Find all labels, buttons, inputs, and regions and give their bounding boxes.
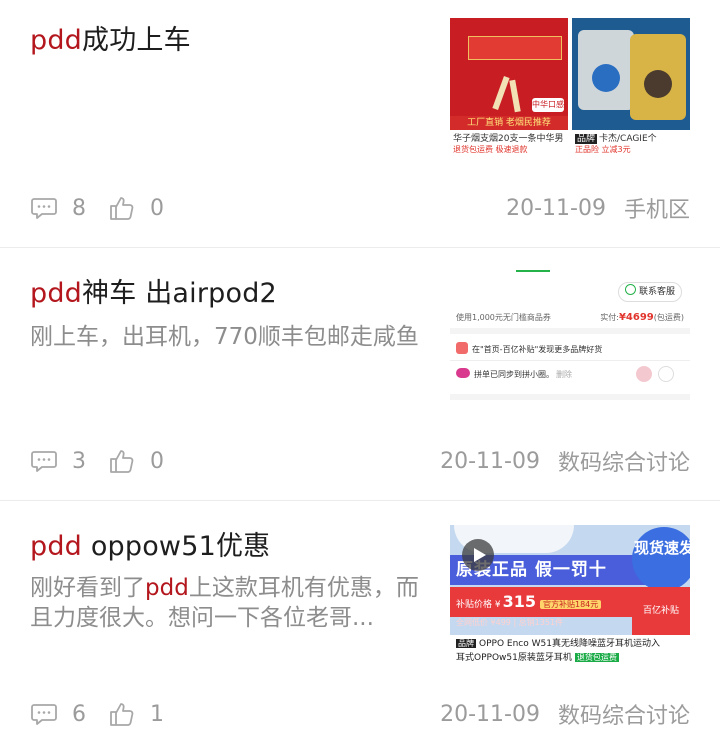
post-date: 20-11-09	[440, 701, 540, 727]
comment-count[interactable]: 3	[30, 447, 86, 475]
post-thumbnail[interactable]: 原装正品 假一罚十 现货速发 补贴价格 ¥315 官方补贴184元 全网低价 ¥4…	[450, 525, 690, 663]
comment-count-value: 8	[72, 195, 86, 221]
post-board[interactable]: 数码综合讨论	[558, 698, 690, 730]
thumbs-up-icon	[110, 197, 134, 220]
thumb-caption: 品牌 OPPO Enco W51真无线降噪蓝牙耳机运动入 耳式OPPOw51原装蓝…	[456, 639, 660, 663]
comment-count-value: 6	[72, 701, 86, 727]
thumb-orig-price: 全网低价 ¥499 | 总销1351件	[456, 618, 564, 627]
post-meta: 8 0 20-11-09 手机区	[30, 191, 690, 225]
comment-count[interactable]: 6	[30, 700, 86, 728]
thumb-caption: 华子烟支烟20支一条中华男	[453, 134, 564, 144]
thumbnail-product-right: 品牌 卡杰/CAGIE个 正品险 立减3元	[572, 18, 690, 156]
post-snippet: 刚上车，出耳机，770顺丰包邮走咸鱼	[30, 324, 419, 350]
post-meta: 6 1 20-11-09 数码综合讨论	[30, 697, 690, 731]
title-keyword: pdd	[30, 25, 83, 56]
title-text: 成功上车	[82, 25, 191, 56]
like-count-value: 1	[150, 701, 164, 727]
thumb-row: 在"首页-百亿补贴"发现更多品牌好货	[456, 342, 602, 355]
post-board[interactable]: 手机区	[624, 192, 690, 224]
thumb-tag: 中华口感	[532, 98, 564, 112]
comment-icon	[31, 451, 57, 472]
avatar	[636, 366, 652, 382]
comment-count[interactable]: 8	[30, 194, 86, 222]
thumb-caption: 品牌 卡杰/CAGIE个	[575, 134, 657, 144]
post-thumbnail[interactable]: 中华口感 工厂直销 老烟民推荐 华子烟支烟20支一条中华男 退货包运费 极速退款…	[450, 18, 690, 156]
thumbs-up-icon	[110, 450, 134, 473]
post-item[interactable]: pdd成功上车 中华口感 工厂直销 老烟民推荐 华子烟支烟20支一条中华男 退货…	[0, 0, 720, 248]
title-text: oppow51优惠	[82, 531, 271, 562]
play-icon[interactable]	[462, 539, 494, 571]
post-thumbnail[interactable]: 联系客服 使用1,000元无门槛商品券 实付:¥4699(包运费) 在"首页-百…	[450, 270, 690, 408]
arrow-up-icon	[658, 366, 674, 382]
title-keyword: pdd	[30, 531, 83, 562]
post-title[interactable]: pdd成功上车	[30, 24, 191, 58]
like-count-value: 0	[150, 448, 164, 474]
like-count[interactable]: 0	[108, 194, 164, 222]
post-board[interactable]: 数码综合讨论	[558, 445, 690, 477]
post-item[interactable]: pdd神车 出airpod2 刚上车，出耳机，770顺丰包邮走咸鱼 联系客服 使…	[0, 248, 720, 500]
thumb-band: 工厂直销 老烟民推荐	[450, 116, 568, 130]
comment-icon	[31, 704, 57, 725]
thumbnail-product-left: 中华口感 工厂直销 老烟民推荐 华子烟支烟20支一条中华男 退货包运费 极速退款	[450, 18, 568, 156]
like-count[interactable]: 0	[108, 447, 164, 475]
thumb-caption-sub: 正品险 立减3元	[575, 145, 631, 154]
post-title[interactable]: pdd oppow51优惠	[30, 530, 270, 564]
post-meta: 3 0 20-11-09 数码综合讨论	[30, 444, 690, 478]
thumb-price: 补贴价格 ¥315 官方补贴184元	[450, 587, 638, 617]
post-title[interactable]: pdd神车 出airpod2	[30, 277, 277, 311]
comment-count-value: 3	[72, 448, 86, 474]
title-keyword: pdd	[30, 278, 83, 309]
thumb-badge: 现货速发	[632, 527, 690, 591]
thumb-row: 拼单已同步到拼小圈。 删除	[456, 368, 572, 380]
post-date: 20-11-09	[506, 195, 606, 221]
post-date: 20-11-09	[440, 448, 540, 474]
like-count[interactable]: 1	[108, 700, 164, 728]
post-snippet: 刚好看到了pdd上这款耳机有优惠，而且力度很大。想问一下各位老哥...	[30, 575, 419, 631]
thumb-coupon-row: 使用1,000元无门槛商品券 实付:¥4699(包运费)	[456, 312, 684, 323]
title-text: 神车 出airpod2	[82, 278, 277, 309]
like-count-value: 0	[150, 195, 164, 221]
comment-icon	[31, 198, 57, 219]
gift-icon	[456, 342, 468, 354]
post-feed: pdd成功上车 中华口感 工厂直销 老烟民推荐 华子烟支烟20支一条中华男 退货…	[0, 0, 720, 749]
contact-service-button: 联系客服	[617, 282, 682, 302]
group-icon	[456, 368, 470, 378]
thumb-caption-sub: 退货包运费 极速退款	[453, 145, 528, 154]
thumbs-up-icon	[110, 703, 134, 726]
service-icon	[624, 284, 636, 295]
thumb-subsidy-label: 百亿补贴	[632, 587, 690, 635]
post-item[interactable]: pdd oppow51优惠 刚好看到了pdd上这款耳机有优惠，而且力度很大。想问…	[0, 501, 720, 749]
